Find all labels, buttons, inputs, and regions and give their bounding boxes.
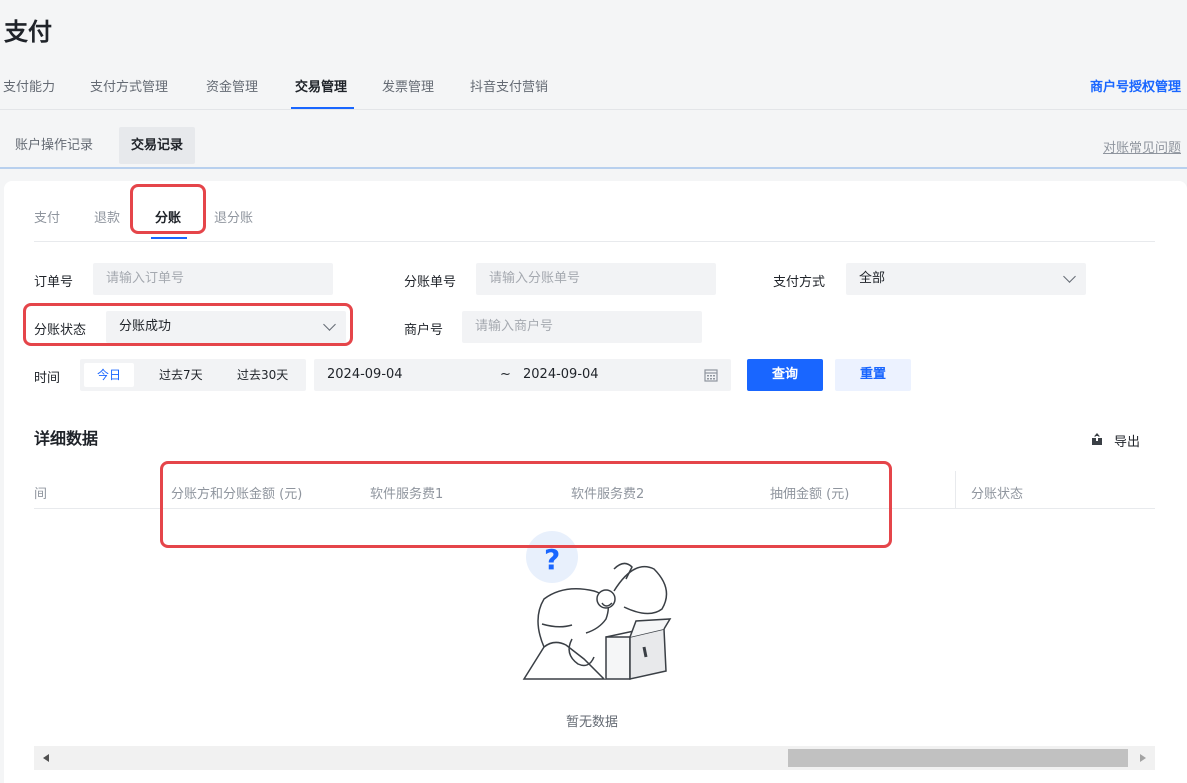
sub-tabs: 账户操作记录 交易记录 对账常见问题 bbox=[0, 111, 1187, 169]
reset-button[interactable]: 重置 bbox=[835, 359, 911, 391]
time-30days-button[interactable]: 过去30天 bbox=[224, 363, 301, 387]
page-title: 支付 bbox=[4, 18, 52, 46]
calendar-icon bbox=[704, 369, 718, 382]
query-button[interactable]: 查询 bbox=[747, 359, 823, 391]
merchant-auth-link[interactable]: 商户号授权管理 bbox=[1090, 76, 1181, 95]
time-7days-button[interactable]: 过去7天 bbox=[146, 363, 216, 387]
tab-douyin-marketing[interactable]: 抖音支付营销 bbox=[470, 76, 548, 95]
tab-refund[interactable]: 退款 bbox=[94, 207, 120, 226]
column-header-time: 间 bbox=[34, 487, 48, 502]
tab-transactions[interactable]: 交易管理 bbox=[295, 76, 347, 95]
tab-invoice[interactable]: 发票管理 bbox=[382, 76, 434, 95]
date-range-picker[interactable]: 2024-09-04 ~ 2024-09-04 bbox=[314, 359, 731, 391]
tab-funds[interactable]: 资金管理 bbox=[206, 76, 258, 95]
empty-state-illustration: ? bbox=[522, 531, 672, 680]
horizontal-scrollbar[interactable] bbox=[34, 746, 1155, 770]
tab-payment-method[interactable]: 支付方式管理 bbox=[90, 76, 168, 95]
start-date: 2024-09-04 bbox=[327, 367, 403, 382]
empty-state-text: 暂无数据 bbox=[566, 715, 619, 730]
time-today-button[interactable]: 今日 bbox=[84, 363, 135, 387]
date-separator: ~ bbox=[500, 367, 511, 382]
split-no-input[interactable]: 请输入分账单号 bbox=[476, 263, 716, 295]
column-header-split-status: 分账状态 bbox=[971, 487, 1024, 502]
scroll-left-icon[interactable] bbox=[43, 754, 49, 762]
merchant-no-label: 商户号 bbox=[404, 323, 444, 338]
active-tab-indicator bbox=[291, 107, 354, 109]
faq-link[interactable]: 对账常见问题 bbox=[1103, 137, 1181, 156]
column-separator bbox=[955, 471, 956, 509]
pay-method-value: 全部 bbox=[859, 271, 886, 286]
section-title: 详细数据 bbox=[34, 429, 99, 448]
tab-payment-capability[interactable]: 支付能力 bbox=[3, 76, 55, 95]
order-no-input[interactable]: 请输入订单号 bbox=[93, 263, 333, 295]
tab-account-log[interactable]: 账户操作记录 bbox=[3, 127, 105, 164]
annotation-box-table-columns bbox=[160, 461, 892, 548]
split-no-label: 分账单号 bbox=[404, 275, 457, 290]
divider bbox=[34, 241, 1155, 242]
inner-tab-indicator bbox=[151, 237, 187, 239]
chevron-down-icon bbox=[1063, 270, 1076, 283]
annotation-box-split-tab bbox=[130, 184, 206, 234]
tab-trade-records[interactable]: 交易记录 bbox=[119, 127, 196, 164]
tab-pay[interactable]: 支付 bbox=[34, 207, 60, 226]
scroll-right-icon[interactable] bbox=[1140, 754, 1146, 762]
annotation-box-split-status bbox=[23, 303, 353, 346]
tab-split-refund[interactable]: 退分账 bbox=[214, 207, 253, 226]
main-tabs: 支付能力 支付方式管理 资金管理 交易管理 发票管理 抖音支付营销 商户号授权管… bbox=[0, 68, 1187, 110]
export-icon bbox=[1092, 433, 1102, 445]
export-label: 导出 bbox=[1114, 435, 1141, 450]
time-label: 时间 bbox=[34, 371, 61, 386]
scroll-thumb[interactable] bbox=[788, 749, 1128, 767]
pay-method-select[interactable]: 全部 bbox=[846, 263, 1086, 295]
end-date: 2024-09-04 bbox=[523, 367, 599, 382]
time-range-group: 今日 过去7天 过去30天 bbox=[80, 359, 306, 391]
merchant-no-input[interactable]: 请输入商户号 bbox=[462, 311, 702, 343]
pay-method-label: 支付方式 bbox=[773, 275, 826, 290]
order-no-label: 订单号 bbox=[34, 275, 74, 290]
